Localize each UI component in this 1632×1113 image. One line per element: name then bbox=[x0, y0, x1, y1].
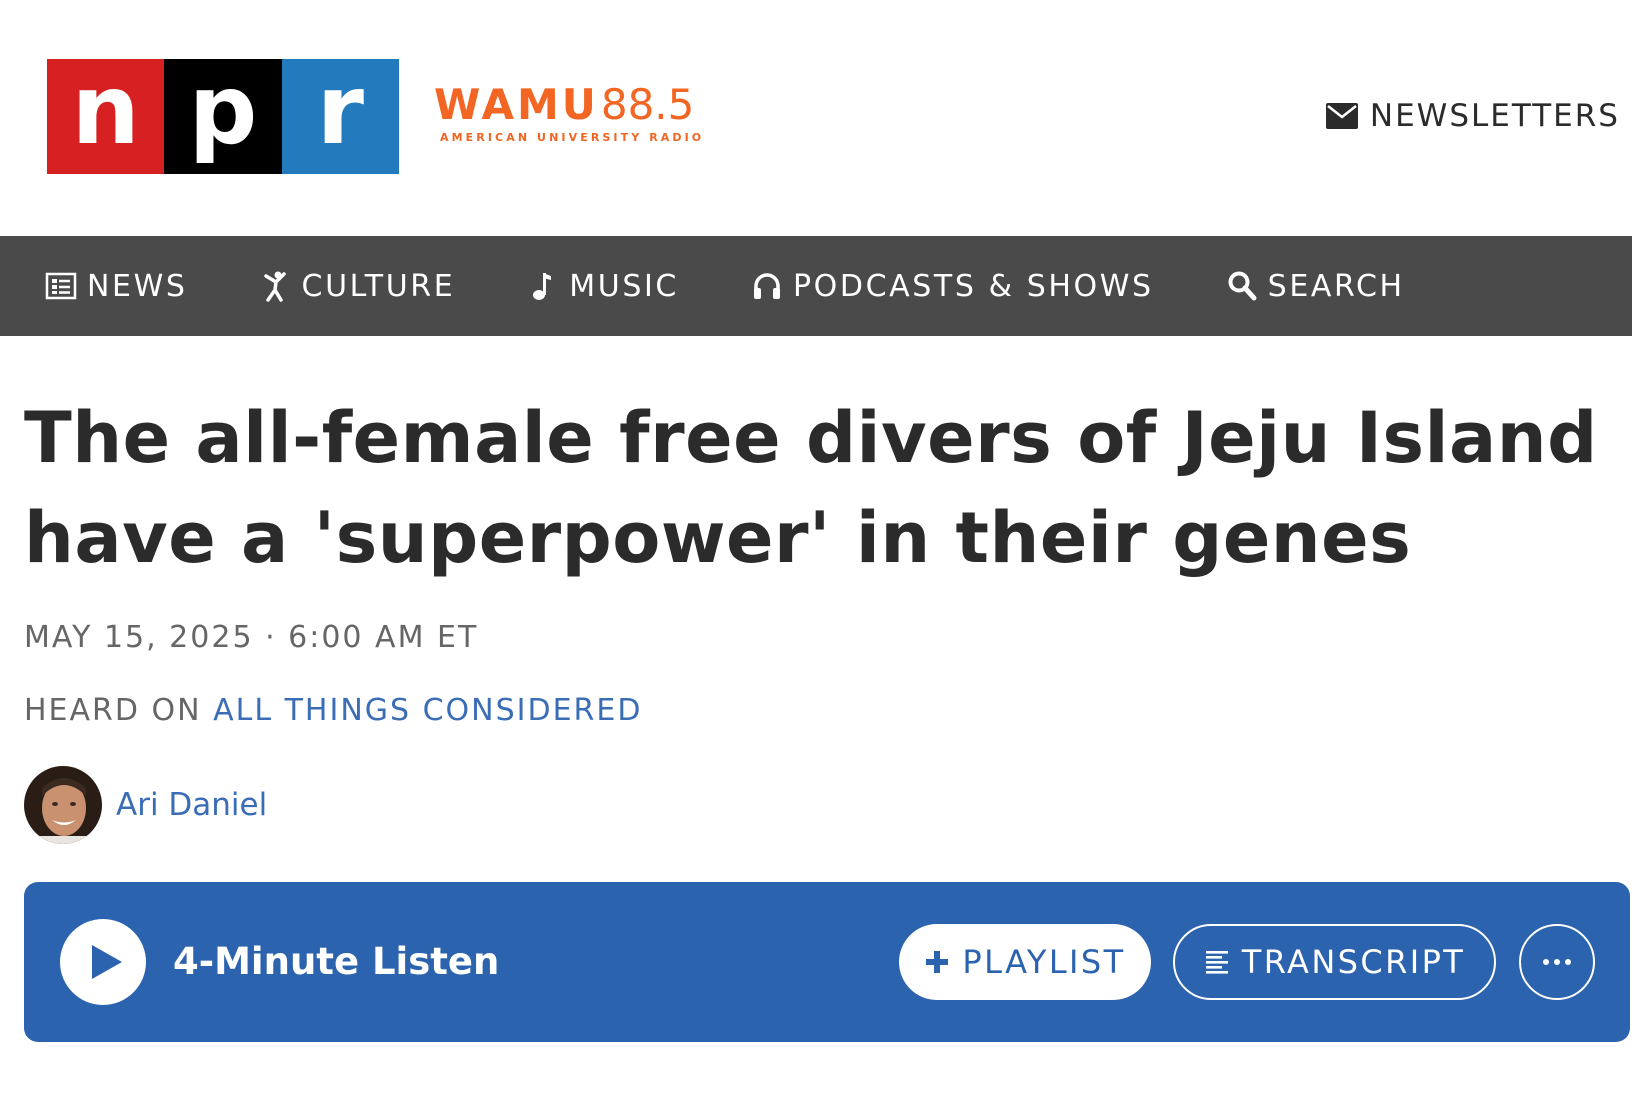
logo-letter-r: r bbox=[281, 59, 399, 174]
station-subtitle: AMERICAN UNIVERSITY RADIO bbox=[440, 131, 705, 144]
nav-label-news: NEWS bbox=[87, 268, 188, 304]
nav-label-podcasts: PODCASTS & SHOWS bbox=[792, 268, 1154, 304]
heard-on: HEARD ON ALL THINGS CONSIDERED bbox=[24, 693, 642, 728]
transcript-button[interactable]: TRANSCRIPT bbox=[1173, 924, 1496, 1000]
show-link[interactable]: ALL THINGS CONSIDERED bbox=[213, 693, 642, 728]
heard-on-prefix: HEARD ON bbox=[24, 693, 202, 728]
play-icon bbox=[91, 945, 122, 979]
listen-duration: 4-Minute Listen bbox=[173, 940, 500, 983]
article-headline: The all-female free divers of Jeju Islan… bbox=[24, 397, 1598, 579]
author-link[interactable]: Ari Daniel bbox=[116, 787, 267, 823]
plus-icon bbox=[926, 951, 949, 973]
main-nav: NEWS CULTURE MUSIC PODCASTS & SHOWS SEAR… bbox=[0, 236, 1632, 336]
logo-letter-p: p bbox=[164, 59, 282, 174]
play-button[interactable] bbox=[60, 919, 146, 1005]
nav-label-search: SEARCH bbox=[1267, 268, 1405, 304]
nav-item-search[interactable]: SEARCH bbox=[1226, 269, 1405, 304]
nav-label-culture: CULTURE bbox=[301, 268, 456, 304]
station-name: WAMU bbox=[434, 80, 599, 129]
nav-item-news[interactable]: NEWS bbox=[45, 269, 188, 304]
more-options-button[interactable] bbox=[1519, 924, 1595, 1000]
transcript-icon bbox=[1205, 951, 1228, 974]
newsletters-link[interactable]: NEWSLETTERS bbox=[1325, 98, 1620, 134]
author-photo bbox=[24, 766, 102, 844]
npr-logo[interactable]: n p r bbox=[47, 59, 399, 174]
mail-icon bbox=[1325, 103, 1358, 129]
transcript-label: TRANSCRIPT bbox=[1241, 943, 1466, 981]
playlist-label: PLAYLIST bbox=[962, 943, 1126, 981]
more-icon bbox=[1543, 959, 1571, 965]
station-logo[interactable]: WAMU88.5 AMERICAN UNIVERSITY RADIO bbox=[434, 80, 704, 144]
search-icon bbox=[1228, 271, 1257, 301]
newsletters-label: NEWSLETTERS bbox=[1369, 98, 1620, 134]
logo-letter-n: n bbox=[47, 59, 165, 174]
nav-item-podcasts[interactable]: PODCASTS & SHOWS bbox=[751, 269, 1154, 304]
nav-item-culture[interactable]: CULTURE bbox=[260, 269, 456, 304]
nav-label-music: MUSIC bbox=[569, 268, 679, 304]
add-to-playlist-button[interactable]: PLAYLIST bbox=[899, 924, 1151, 1000]
site-header: n p r WAMU88.5 AMERICAN UNIVERSITY RADIO… bbox=[0, 0, 1632, 236]
headphones-icon bbox=[753, 273, 780, 299]
audio-player: 4-Minute Listen PLAYLIST TRANSCRIPT bbox=[24, 882, 1630, 1042]
news-icon bbox=[45, 272, 77, 300]
byline: Ari Daniel bbox=[24, 766, 267, 844]
culture-icon bbox=[263, 271, 286, 302]
station-frequency: 88.5 bbox=[600, 80, 695, 129]
article-dateline: MAY 15, 2025 · 6:00 AM ET bbox=[24, 620, 479, 655]
author-avatar[interactable] bbox=[24, 766, 102, 844]
music-note-icon bbox=[533, 273, 552, 300]
nav-item-music[interactable]: MUSIC bbox=[527, 269, 679, 304]
